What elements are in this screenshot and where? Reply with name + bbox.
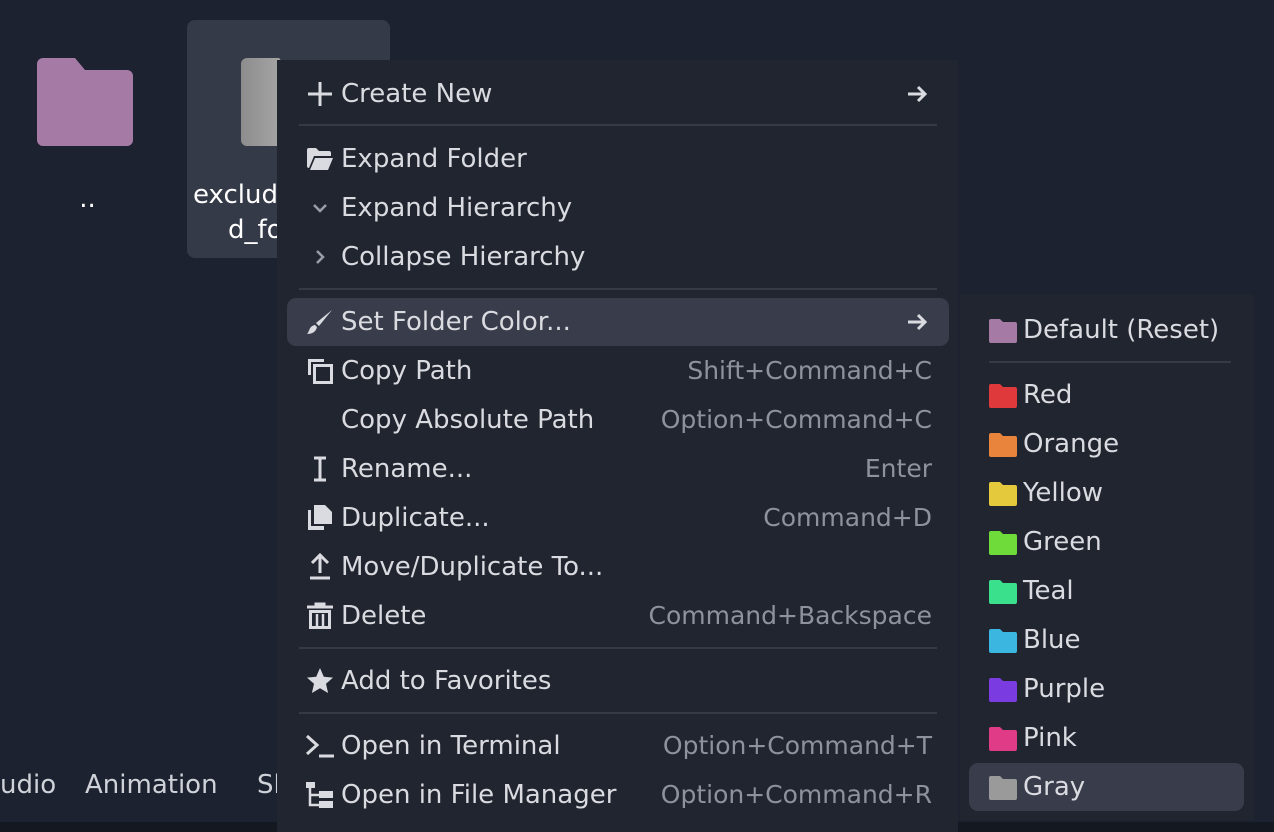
chevron-down-icon — [305, 194, 335, 222]
menu-item-copy-path[interactable]: Copy Path Shift+Command+C — [287, 347, 949, 395]
color-option-label: Yellow — [1023, 478, 1104, 508]
color-option-pink[interactable]: Pink — [969, 714, 1244, 762]
color-option-label: Red — [1023, 380, 1073, 410]
folder-color-swatch-icon — [989, 319, 1017, 343]
folder-color-swatch-icon — [989, 727, 1017, 751]
menu-item-label: Open in Terminal — [341, 731, 561, 761]
menu-item-shortcut: Command+D — [763, 503, 932, 532]
menu-item-open-in-file-manager[interactable]: Open in File Manager Option+Command+R — [287, 771, 949, 819]
folder-color-swatch-icon — [989, 531, 1017, 555]
color-option-red[interactable]: Red — [969, 371, 1244, 419]
color-option-orange[interactable]: Orange — [969, 420, 1244, 468]
menu-item-label: Move/Duplicate To... — [341, 552, 604, 582]
folder-label: .. — [79, 184, 96, 214]
menu-item-label: Duplicate... — [341, 503, 490, 533]
menu-item-label: Set Folder Color... — [341, 307, 571, 337]
menu-item-label: Expand Folder — [341, 144, 527, 174]
file-tree-icon — [305, 781, 335, 809]
brush-icon — [305, 308, 335, 336]
menu-item-rename[interactable]: Rename... Enter — [287, 445, 949, 493]
color-option-default[interactable]: Default (Reset) — [969, 306, 1244, 354]
arrow-right-icon — [908, 313, 928, 331]
folder-icon — [37, 58, 133, 146]
context-menu: Create New Expand Folder Expand Hierarch… — [277, 60, 958, 832]
terminal-icon — [305, 732, 335, 760]
color-option-teal[interactable]: Teal — [969, 567, 1244, 615]
tab-animation[interactable]: Animation — [85, 768, 218, 802]
folder-color-swatch-icon — [989, 433, 1017, 457]
menu-item-label: Copy Path — [341, 356, 473, 386]
menu-item-label: Create New — [341, 79, 493, 109]
menu-item-create-new[interactable]: Create New — [287, 70, 949, 118]
menu-item-collapse-hierarchy[interactable]: Collapse Hierarchy — [287, 233, 949, 281]
menu-separator — [299, 647, 937, 649]
menu-item-delete[interactable]: Delete Command+Backspace — [287, 592, 949, 640]
menu-item-shortcut: Enter — [864, 454, 932, 483]
menu-item-label: Collapse Hierarchy — [341, 242, 586, 272]
menu-item-label: Rename... — [341, 454, 473, 484]
menu-item-label: Copy Absolute Path — [341, 405, 595, 435]
color-option-gray[interactable]: Gray — [969, 763, 1244, 811]
color-option-yellow[interactable]: Yellow — [969, 469, 1244, 517]
star-icon — [305, 667, 335, 695]
move-up-icon — [305, 553, 335, 581]
menu-item-shortcut: Shift+Command+C — [687, 356, 932, 385]
menu-item-label: Expand Hierarchy — [341, 193, 573, 223]
folder-open-icon — [305, 145, 335, 173]
folder-tile-parent[interactable]: .. — [0, 20, 189, 258]
color-option-purple[interactable]: Purple — [969, 665, 1244, 713]
menu-item-duplicate[interactable]: Duplicate... Command+D — [287, 494, 949, 542]
color-option-label: Orange — [1023, 429, 1120, 459]
folder-color-submenu: Default (Reset) Red Orange Yellow Green Teal… — [960, 294, 1254, 820]
folder-color-swatch-icon — [989, 384, 1017, 408]
menu-separator — [299, 124, 937, 126]
menu-item-label: Open in File Manager — [341, 780, 617, 810]
folder-color-swatch-icon — [989, 678, 1017, 702]
color-option-label: Blue — [1023, 625, 1081, 655]
color-option-blue[interactable]: Blue — [969, 616, 1244, 664]
file-system-dock: .. exclud d_fo udio Animation Sl Create … — [0, 0, 1274, 832]
folder-color-swatch-icon — [989, 580, 1017, 604]
menu-item-shortcut: Option+Command+C — [660, 405, 932, 434]
color-option-label: Pink — [1023, 723, 1077, 753]
trash-icon — [305, 602, 335, 630]
menu-separator — [299, 288, 937, 290]
color-option-label: Default (Reset) — [1023, 315, 1220, 345]
folder-color-swatch-icon — [989, 776, 1017, 800]
color-option-label: Purple — [1023, 674, 1106, 704]
menu-item-expand-folder[interactable]: Expand Folder — [287, 135, 949, 183]
menu-separator — [989, 361, 1231, 363]
menu-item-move-duplicate-to[interactable]: Move/Duplicate To... — [287, 543, 949, 591]
copy-icon — [305, 357, 335, 385]
folder-color-swatch-icon — [989, 482, 1017, 506]
menu-item-shortcut: Command+Backspace — [648, 601, 932, 630]
menu-item-open-in-terminal[interactable]: Open in Terminal Option+Command+T — [287, 722, 949, 770]
chevron-right-icon — [305, 243, 335, 271]
menu-item-add-to-favorites[interactable]: Add to Favorites — [287, 657, 949, 705]
menu-item-label: Add to Favorites — [341, 666, 552, 696]
menu-item-set-folder-color[interactable]: Set Folder Color... — [287, 298, 949, 346]
text-cursor-icon — [305, 455, 335, 483]
menu-separator — [299, 712, 937, 714]
duplicate-icon — [305, 504, 335, 532]
plus-icon — [305, 80, 335, 108]
color-option-label: Gray — [1023, 772, 1086, 802]
menu-item-label: Delete — [341, 601, 427, 631]
menu-item-expand-hierarchy[interactable]: Expand Hierarchy — [287, 184, 949, 232]
menu-item-shortcut: Option+Command+T — [662, 731, 932, 760]
menu-item-shortcut: Option+Command+R — [660, 780, 932, 809]
color-option-label: Teal — [1023, 576, 1074, 606]
color-option-green[interactable]: Green — [969, 518, 1244, 566]
folder-color-swatch-icon — [989, 629, 1017, 653]
color-option-label: Green — [1023, 527, 1102, 557]
menu-item-copy-absolute-path[interactable]: Copy Absolute Path Option+Command+C — [287, 396, 949, 444]
arrow-right-icon — [908, 85, 928, 103]
tab-audio[interactable]: udio — [0, 768, 56, 802]
